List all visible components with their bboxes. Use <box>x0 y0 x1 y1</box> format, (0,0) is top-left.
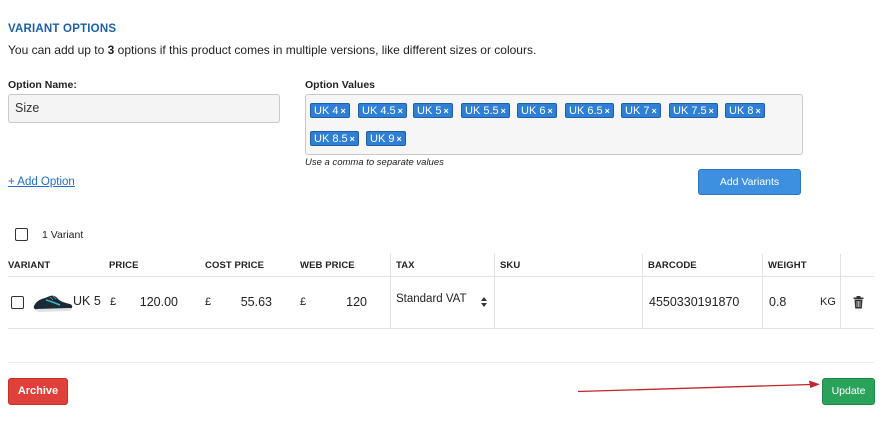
value-tag[interactable]: UK 7.5 × <box>669 103 718 118</box>
table-divider <box>8 328 874 329</box>
value-tag-label: UK 7.5 <box>673 105 707 117</box>
value-tag[interactable]: UK 5 × <box>413 103 453 118</box>
column-header-cost-price: COST PRICE <box>205 260 265 271</box>
trash-icon[interactable] <box>853 296 864 309</box>
description-text-end: options if this product comes in multipl… <box>114 43 537 57</box>
value-tag-label: UK 4 <box>314 105 339 117</box>
value-tag-label: UK 6 <box>521 105 546 117</box>
add-variants-button[interactable]: Add Variants <box>698 169 801 195</box>
column-header-barcode: BARCODE <box>648 260 697 271</box>
tax-select[interactable]: Standard VAT <box>396 293 467 305</box>
value-tag-label: UK 5.5 <box>465 105 499 117</box>
variant-name: UK 5 <box>73 294 101 308</box>
column-header-weight: WEIGHT <box>768 260 807 271</box>
option-values-hint: Use a comma to separate values <box>305 157 444 168</box>
column-header-variant: VARIANT <box>8 260 51 271</box>
option-name-input[interactable]: Size <box>8 94 280 123</box>
remove-tag-icon[interactable]: × <box>709 106 714 116</box>
value-tag[interactable]: UK 8 × <box>725 103 765 118</box>
value-tag-label: UK 4.5 <box>362 105 396 117</box>
select-arrows-icon <box>481 297 487 307</box>
remove-tag-icon[interactable]: × <box>340 106 345 116</box>
value-tag[interactable]: UK 9 × <box>366 131 406 146</box>
option-values-input[interactable]: UK 4 × UK 4.5 × UK 5 × UK 5.5 × UK 6 × UK 6.5… <box>305 94 803 155</box>
web-price-input[interactable]: 120 <box>326 295 367 309</box>
column-header-web-price: WEB PRICE <box>300 260 355 271</box>
footer-divider <box>8 362 874 363</box>
value-tag[interactable]: UK 4.5 × <box>358 103 407 118</box>
option-values-label: Option Values <box>305 79 376 91</box>
remove-tag-icon[interactable]: × <box>605 106 610 116</box>
value-tag[interactable]: UK 5.5 × <box>461 103 510 118</box>
value-tag-label: UK 9 <box>370 133 395 145</box>
price-input[interactable]: 120.00 <box>132 295 178 309</box>
remove-tag-icon[interactable]: × <box>755 106 760 116</box>
remove-tag-icon[interactable]: × <box>398 106 403 116</box>
section-description: You can add up to 3 options if this prod… <box>8 43 536 57</box>
weight-unit: KG <box>820 296 836 308</box>
value-tag[interactable]: UK 6 × <box>517 103 557 118</box>
option-name-label: Option Name: <box>8 79 77 91</box>
value-tag-label: UK 8 <box>729 105 754 117</box>
column-header-price: PRICE <box>109 260 139 271</box>
currency-symbol: £ <box>205 296 212 308</box>
section-title: VARIANT OPTIONS <box>8 23 117 35</box>
weight-input[interactable]: 0.8 <box>769 295 786 309</box>
value-tag-label: UK 8.5 <box>314 133 348 145</box>
select-all-checkbox[interactable] <box>15 228 28 241</box>
value-tag-label: UK 5 <box>417 105 442 117</box>
annotation-arrow-icon <box>577 380 820 393</box>
remove-tag-icon[interactable]: × <box>350 134 355 144</box>
barcode-input[interactable]: 4550330191870 <box>649 295 739 309</box>
remove-tag-icon[interactable]: × <box>651 106 656 116</box>
remove-tag-icon[interactable]: × <box>443 106 448 116</box>
remove-tag-icon[interactable]: × <box>547 106 552 116</box>
running-shoe-icon <box>33 295 73 312</box>
remove-tag-icon[interactable]: × <box>501 106 506 116</box>
value-tag[interactable]: UK 6.5 × <box>565 103 614 118</box>
currency-symbol: £ <box>300 296 307 308</box>
value-tag-label: UK 6.5 <box>569 105 603 117</box>
value-tag[interactable]: UK 8.5 × <box>310 131 359 146</box>
value-tag[interactable]: UK 4 × <box>310 103 350 118</box>
add-option-link[interactable]: + Add Option <box>8 176 75 188</box>
description-text-start: You can add up to <box>8 43 108 57</box>
column-header-tax: TAX <box>396 260 415 271</box>
variant-count-label: 1 Variant <box>42 229 84 241</box>
table-row: UK 5 £ 120.00 £ 55.63 £ 120 Standard VAT… <box>8 277 874 328</box>
cost-price-input[interactable]: 55.63 <box>226 295 272 309</box>
remove-tag-icon[interactable]: × <box>396 134 401 144</box>
update-button[interactable]: Update <box>822 378 875 405</box>
archive-button[interactable]: Archive <box>8 378 68 405</box>
value-tag[interactable]: UK 7 × <box>621 103 661 118</box>
column-header-sku: SKU <box>500 260 521 271</box>
currency-symbol: £ <box>110 296 117 308</box>
variant-row-checkbox[interactable] <box>11 296 24 309</box>
value-tag-label: UK 7 <box>625 105 650 117</box>
